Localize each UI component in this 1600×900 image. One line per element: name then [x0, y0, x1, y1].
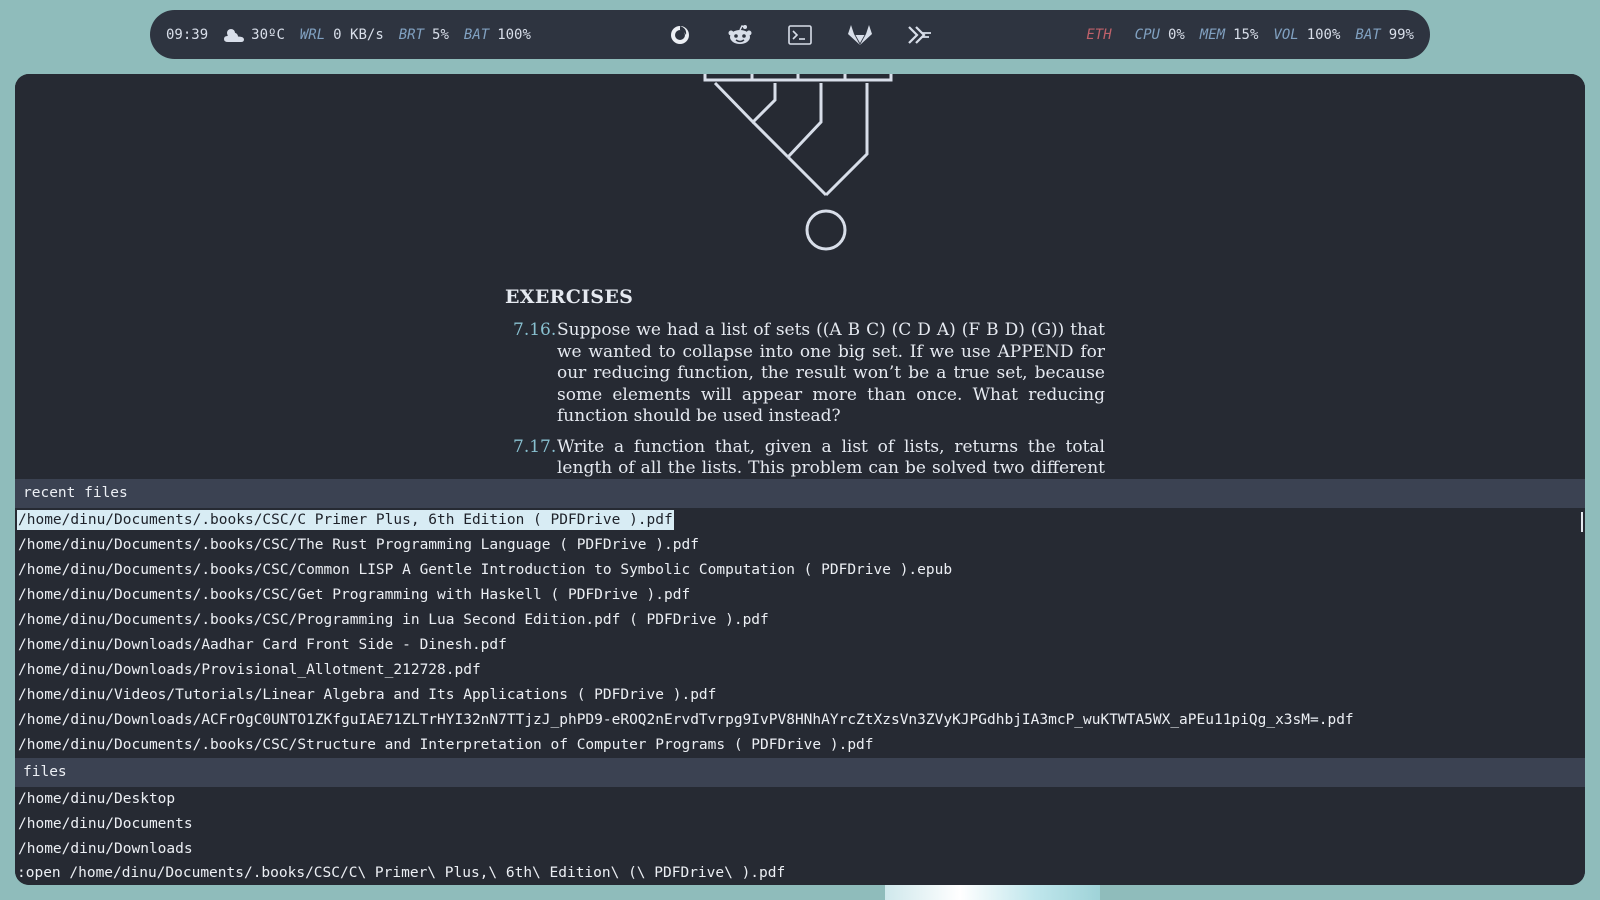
completion-item[interactable]: /home/dinu/Downloads/ACFrOgC0UNTO1ZKfguI…: [15, 708, 1585, 733]
exercise-item: 7.16. Suppose we had a list of sets ((A …: [505, 320, 1105, 428]
completion-item-label: /home/dinu/Documents/.books/CSC/Get Prog…: [18, 587, 691, 603]
completion-item-label: /home/dinu/Documents/.books/CSC/Common L…: [18, 562, 953, 578]
completion-item-label: /home/dinu/Downloads/Aadhar Card Front S…: [18, 637, 507, 653]
cpu-label: CPU: [1134, 26, 1160, 43]
completion-panel: recent files /home/dinu/Documents/.books…: [15, 479, 1585, 885]
completion-item-label: /home/dinu/Desktop: [18, 791, 176, 807]
completion-item-label: /home/dinu/Documents/.books/CSC/Programm…: [18, 612, 769, 628]
files-header: files: [15, 758, 1585, 787]
completion-item[interactable]: /home/dinu/Documents/.books/CSC/Structur…: [15, 733, 1585, 758]
clock: 09:39: [166, 27, 208, 43]
document-page[interactable]: EXERCISES 7.16. Suppose we had a list of…: [15, 74, 1585, 479]
completion-item[interactable]: /home/dinu/Documents/.books/CSC/The Rust…: [15, 533, 1585, 558]
memory-value: 15%: [1233, 26, 1259, 43]
exercise-item: 7.17. Write a function that, given a lis…: [505, 437, 1105, 480]
completion-item[interactable]: /home/dinu/Documents/.books/CSC/C Primer…: [15, 508, 1585, 533]
exercise-text: Write a function that, given a list of l…: [557, 436, 1105, 479]
battery-left: BAT 100%: [464, 27, 531, 43]
memory: MEM 15%: [1200, 27, 1259, 43]
status-bar: 09:39 30ºC WRL 0 KB/s BRT 5% BAT 100% ET…: [150, 10, 1430, 59]
document-viewer-window: EXERCISES 7.16. Suppose we had a list of…: [15, 74, 1585, 885]
completion-item[interactable]: /home/dinu/Downloads/Aadhar Card Front S…: [15, 633, 1585, 658]
page-text: EXERCISES 7.16. Suppose we had a list of…: [505, 286, 1105, 479]
completion-item[interactable]: /home/dinu/Documents: [15, 812, 1585, 837]
exercise-number: 7.16.: [513, 320, 557, 340]
completion-item[interactable]: /home/dinu/Documents/.books/CSC/Programm…: [15, 608, 1585, 633]
recent-files-header: recent files: [15, 479, 1585, 508]
battery-value: 99%: [1388, 26, 1414, 43]
completion-item[interactable]: /home/dinu/Downloads: [15, 837, 1585, 862]
brightness-value: 5%: [432, 26, 449, 43]
completion-item-label: /home/dinu/Documents/.books/CSC/Structur…: [18, 737, 874, 753]
battery-label: BAT: [1355, 26, 1381, 43]
command-input[interactable]: :open /home/dinu/Documents/.books/CSC/C\…: [15, 861, 1585, 885]
completion-item[interactable]: /home/dinu/Videos/Tutorials/Linear Algeb…: [15, 683, 1585, 708]
terminal-icon[interactable]: [780, 10, 820, 59]
battery-label: BAT: [463, 26, 490, 43]
battery-value: 100%: [497, 26, 531, 43]
exercise-number: 7.17.: [513, 436, 557, 457]
completion-item-label: /home/dinu/Documents/.books/CSC/The Rust…: [18, 537, 699, 553]
exercise-text: Suppose we had a list of sets ((A B C) (…: [557, 320, 1105, 426]
network-label: WRL: [299, 26, 326, 43]
volume: VOL 100%: [1273, 27, 1340, 43]
gitlab-icon[interactable]: [840, 10, 880, 59]
completion-item-label: /home/dinu/Downloads/Provisional_Allotme…: [18, 662, 481, 678]
completion-item-label: /home/dinu/Downloads: [18, 841, 193, 857]
section-heading: EXERCISES: [505, 286, 634, 308]
weather: 30ºC: [223, 27, 285, 43]
completion-item[interactable]: /home/dinu/Documents/.books/CSC/Common L…: [15, 558, 1585, 583]
status-bar-left: 09:39 30ºC WRL 0 KB/s BRT 5% BAT 100%: [166, 10, 546, 59]
completion-item[interactable]: /home/dinu/Desktop: [15, 787, 1585, 812]
completion-item[interactable]: /home/dinu/Downloads/Provisional_Allotme…: [15, 658, 1585, 683]
completion-item-label: /home/dinu/Downloads/ACFrOgC0UNTO1ZKfguI…: [18, 712, 1354, 728]
ethernet: ETH: [1086, 27, 1119, 43]
volume-label: VOL: [1273, 26, 1299, 43]
brightness: BRT 5%: [399, 27, 449, 43]
completion-item[interactable]: /home/dinu/Documents/.books/CSC/Get Prog…: [15, 583, 1585, 608]
completion-item-label: /home/dinu/Documents/.books/CSC/C Primer…: [17, 510, 674, 530]
cloud-sun-icon: [223, 27, 245, 43]
cpu: CPU 0%: [1135, 27, 1185, 43]
reddit-icon[interactable]: [720, 10, 760, 59]
hyper-icon[interactable]: [900, 10, 940, 59]
ethernet-label: ETH: [1086, 26, 1112, 43]
battery-right: BAT 99%: [1355, 27, 1414, 43]
completion-item-label: /home/dinu/Videos/Tutorials/Linear Algeb…: [18, 687, 717, 703]
firefox-icon[interactable]: [660, 10, 700, 59]
app-launcher: [660, 10, 960, 59]
volume-value: 100%: [1306, 26, 1341, 43]
brightness-label: BRT: [398, 26, 425, 43]
memory-label: MEM: [1199, 26, 1226, 43]
network-value: 0 KB/s: [333, 26, 384, 43]
cpu-value: 0%: [1167, 26, 1185, 43]
clock-time: 09:39: [166, 26, 209, 43]
completion-item-label: /home/dinu/Documents: [18, 816, 193, 832]
weather-temp: 30ºC: [251, 26, 285, 43]
scroll-indicator: [1581, 512, 1583, 532]
network-rate: WRL 0 KB/s: [300, 27, 384, 43]
status-bar-right: ETH CPU 0% MEM 15% VOL 100% BAT 99%: [1071, 10, 1414, 59]
